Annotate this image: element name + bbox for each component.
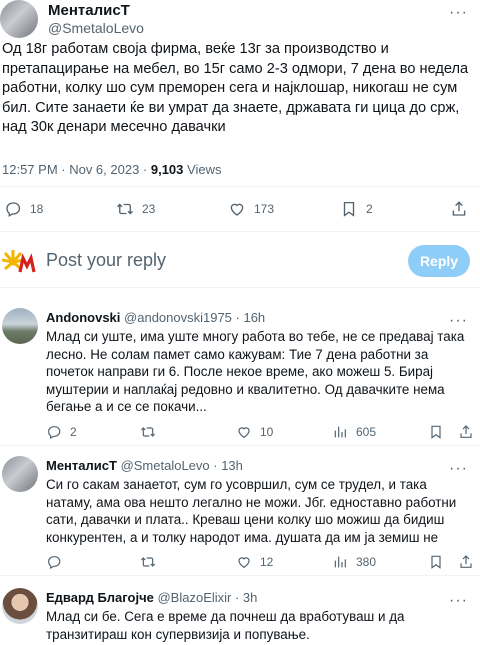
reply-icon: [6, 202, 21, 217]
reply-composer: Post your reply Reply: [0, 236, 480, 288]
author-avatar[interactable]: [0, 0, 38, 38]
like-icon: [238, 427, 250, 439]
divider: [0, 186, 480, 187]
reply-icon: [48, 556, 61, 570]
reply-author-handle[interactable]: @andonovski1975 · 16h: [124, 310, 265, 325]
views-count: 9,103: [150, 162, 184, 177]
repost-icon: [140, 557, 156, 567]
user-avatar[interactable]: [2, 244, 38, 280]
reply-action[interactable]: [46, 554, 62, 570]
reply-action[interactable]: 2: [46, 424, 77, 440]
reply-header: МенталисТ @SmetaloLevo · 13h: [46, 458, 243, 473]
reply-avatar[interactable]: [2, 588, 38, 624]
share-action[interactable]: [458, 554, 474, 570]
bookmark-icon: [343, 201, 355, 217]
bookmark-action[interactable]: 2: [340, 200, 373, 218]
bookmark-action[interactable]: [428, 554, 444, 570]
reply-count: 2: [70, 425, 77, 439]
share-icon: [460, 555, 472, 568]
like-action[interactable]: 10: [236, 424, 273, 440]
reply-author-name[interactable]: Andonovski: [46, 310, 120, 325]
reply-avatar[interactable]: [2, 456, 38, 492]
reply-text: Си го сакам занаетот, сум го усовршил, с…: [46, 477, 457, 548]
views-icon: [334, 426, 346, 438]
share-icon: [452, 201, 466, 216]
repost-action[interactable]: [140, 424, 156, 440]
reply-author-name[interactable]: МенталисТ: [46, 458, 117, 473]
reply-action[interactable]: 18: [4, 200, 43, 218]
repost-icon: [140, 427, 156, 437]
views-action[interactable]: 605: [332, 424, 376, 440]
views-label: Views: [187, 162, 222, 177]
reply-author-name[interactable]: Едвард Благојче: [46, 590, 154, 605]
main-tweet: МенталисТ @SmetaloLevo ··· Од 18г работа…: [0, 0, 480, 232]
like-icon: [238, 557, 250, 569]
reply-button[interactable]: Reply: [408, 245, 470, 277]
reply-author-handle[interactable]: @SmetaloLevo · 13h: [121, 458, 243, 473]
like-action[interactable]: 173: [228, 200, 274, 218]
tweet-meta: 12:57 PM · Nov 6, 2023 · 9,103 Views: [2, 162, 221, 177]
bookmark-icon: [431, 555, 441, 569]
views-count: 380: [356, 555, 377, 569]
reply-input[interactable]: Post your reply: [46, 250, 166, 271]
reply-header: Andonovski @andonovski1975 · 16h: [46, 310, 265, 325]
bookmark-icon: [431, 425, 441, 439]
author-name[interactable]: МенталисТ: [48, 2, 130, 19]
like-count: 10: [260, 425, 274, 439]
share-action[interactable]: [450, 200, 468, 218]
views-count: 605: [356, 425, 377, 439]
repost-action[interactable]: 23: [116, 200, 155, 218]
bookmark-action[interactable]: [428, 424, 444, 440]
reply-text: Млад си уште, има уште многу работа во т…: [46, 329, 465, 414]
repost-count: 23: [142, 202, 156, 216]
reply-item[interactable]: Andonovski @andonovski1975 · 16h ··· Мла…: [0, 306, 480, 446]
more-icon[interactable]: ···: [449, 4, 468, 22]
tweet-text: Од 18г работам своја фирма, веќе 13г за …: [2, 41, 469, 135]
tweet-timestamp[interactable]: 12:57 PM · Nov 6, 2023 ·: [2, 162, 151, 177]
reply-avatar[interactable]: [2, 308, 38, 344]
bookmark-count: 2: [366, 202, 373, 216]
reply-item[interactable]: Едвард Благојче @BlazoElixir · 3h ··· Мл…: [0, 586, 480, 645]
views-action[interactable]: 380: [332, 554, 376, 570]
views-icon: [334, 556, 346, 568]
share-icon: [460, 425, 472, 438]
repost-icon: [117, 203, 133, 215]
tweet-actions: 18 23 173 2: [0, 196, 480, 226]
share-action[interactable]: [458, 424, 474, 440]
reply-count: 18: [30, 202, 44, 216]
like-count: 12: [260, 555, 274, 569]
reply-author-handle[interactable]: @BlazoElixir · 3h: [157, 590, 257, 605]
repost-action[interactable]: [140, 554, 156, 570]
author-handle[interactable]: @SmetaloLevo: [48, 20, 144, 36]
like-action[interactable]: 12: [236, 554, 273, 570]
ima-logo: [2, 250, 36, 273]
reply-actions: 12 380: [46, 554, 474, 576]
like-count: 173: [254, 202, 275, 216]
reply-actions: 2 10 605: [46, 424, 474, 446]
reply-item[interactable]: МенталисТ @SmetaloLevo · 13h ··· Си го с…: [0, 454, 480, 576]
reply-text: Млад си бе. Сега е време да почнеш да вр…: [46, 609, 405, 642]
like-icon: [230, 203, 244, 216]
reply-header: Едвард Благојче @BlazoElixir · 3h: [46, 590, 257, 605]
reply-icon: [48, 426, 61, 440]
